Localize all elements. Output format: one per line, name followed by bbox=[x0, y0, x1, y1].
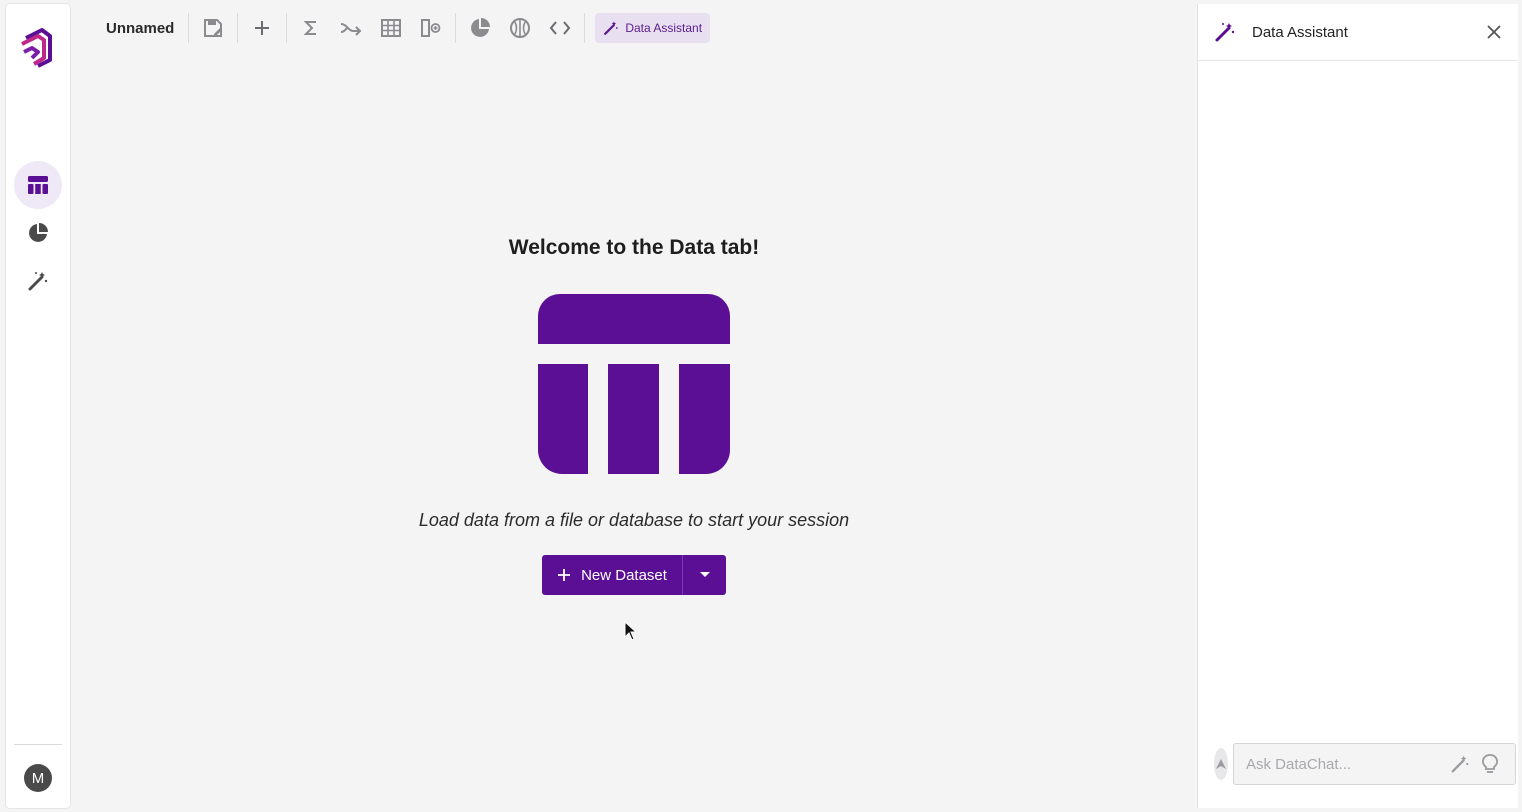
chat-input-box bbox=[1233, 743, 1516, 785]
sidebar-item-charts[interactable] bbox=[14, 209, 62, 257]
welcome-section: Welcome to the Data tab! Load data from … bbox=[334, 230, 934, 595]
panel-title: Data Assistant bbox=[1252, 23, 1348, 41]
toolbar-divider bbox=[237, 13, 239, 43]
lightbulb-icon bbox=[1482, 754, 1498, 773]
ask-input[interactable] bbox=[1246, 755, 1445, 773]
pie-chart-icon bbox=[471, 18, 491, 37]
document-title[interactable]: Unnamed bbox=[96, 20, 184, 37]
aggregate-button[interactable] bbox=[291, 10, 331, 46]
panel-header: Data Assistant bbox=[1198, 4, 1518, 61]
table-button[interactable] bbox=[371, 10, 411, 46]
toolbar: Unnamed Data Assistant bbox=[96, 10, 711, 46]
add-button[interactable] bbox=[242, 10, 282, 46]
chart-button[interactable] bbox=[460, 10, 500, 46]
plus-icon bbox=[558, 569, 571, 581]
avatar-letter: M bbox=[31, 769, 45, 787]
mouse-cursor-icon bbox=[624, 621, 638, 641]
toolbar-divider bbox=[188, 13, 190, 43]
sidebar-item-data[interactable] bbox=[14, 161, 62, 209]
table-icon bbox=[28, 176, 48, 194]
magic-suggest-button[interactable] bbox=[1445, 754, 1475, 774]
toolbar-divider bbox=[584, 13, 586, 43]
magic-wand-icon bbox=[1451, 755, 1469, 773]
sidebar-divider bbox=[14, 744, 62, 745]
code-icon bbox=[550, 21, 571, 35]
left-rail: M bbox=[6, 4, 70, 808]
close-icon bbox=[1487, 25, 1501, 39]
sigma-icon bbox=[303, 21, 317, 35]
code-button[interactable] bbox=[540, 10, 580, 46]
add-icon bbox=[255, 21, 270, 35]
model-button[interactable] bbox=[500, 10, 540, 46]
app-logo-icon[interactable] bbox=[18, 24, 58, 72]
welcome-heading: Welcome to the Data tab! bbox=[508, 236, 760, 259]
magic-wand-icon bbox=[604, 21, 619, 35]
send-button[interactable] bbox=[1214, 748, 1228, 780]
merge-button[interactable] bbox=[331, 10, 371, 46]
save-button[interactable] bbox=[193, 10, 233, 46]
table-grid-icon bbox=[381, 19, 402, 37]
new-dataset-dropdown[interactable] bbox=[683, 555, 726, 595]
sidebar-item-assistant[interactable] bbox=[14, 257, 62, 305]
data-assistant-button[interactable]: Data Assistant bbox=[595, 13, 711, 43]
send-icon bbox=[1216, 759, 1226, 769]
toolbar-divider bbox=[286, 13, 288, 43]
add-column-button[interactable] bbox=[411, 10, 451, 46]
close-button[interactable] bbox=[1486, 24, 1502, 40]
magic-wand-icon bbox=[28, 272, 48, 291]
model-icon bbox=[510, 18, 531, 38]
pie-chart-icon bbox=[29, 223, 48, 242]
welcome-subtitle: Load data from a file or database to sta… bbox=[418, 510, 850, 530]
save-icon bbox=[204, 19, 223, 37]
column-add-icon bbox=[421, 19, 441, 37]
toolbar-divider bbox=[455, 13, 457, 43]
avatar[interactable]: M bbox=[24, 764, 52, 792]
data-assistant-panel: Data Assistant bbox=[1197, 4, 1518, 808]
chat-input-row bbox=[1214, 743, 1516, 785]
new-dataset-button[interactable]: New Dataset bbox=[542, 555, 726, 595]
merge-icon bbox=[341, 23, 362, 36]
new-dataset-main[interactable]: New Dataset bbox=[542, 555, 683, 595]
table-icon bbox=[538, 294, 730, 474]
magic-wand-icon bbox=[1215, 23, 1235, 42]
tips-button[interactable] bbox=[1475, 754, 1505, 774]
new-dataset-label: New Dataset bbox=[581, 566, 667, 584]
caret-down-icon bbox=[699, 572, 710, 577]
data-assistant-label: Data Assistant bbox=[625, 21, 703, 35]
